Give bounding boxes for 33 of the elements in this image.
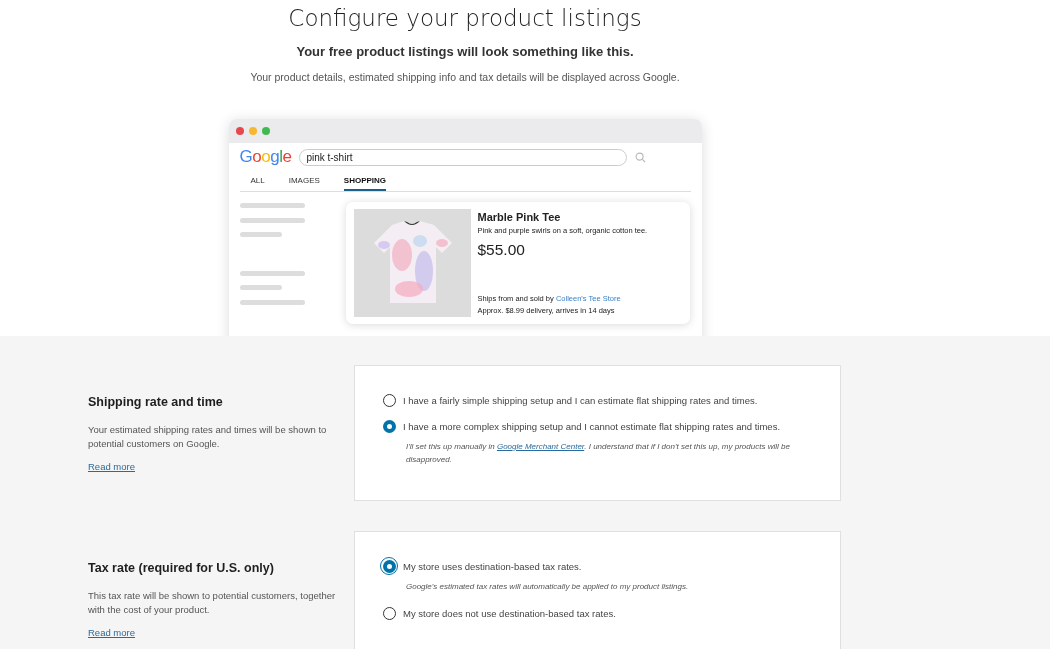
minimize-dot-icon — [248, 127, 257, 135]
read-more-link[interactable]: Read more — [88, 461, 135, 472]
skeleton-line — [239, 299, 305, 305]
logo: Google — [239, 147, 292, 167]
section-description: This tax rate will be shown to potential customers, together with the cost of your product. — [88, 589, 337, 617]
maximize-dot-icon — [261, 127, 270, 135]
option-note: I'll set this up manually in Google Merchant Center. I understand that if I don't set this up, my products will be disapproved. — [406, 441, 791, 466]
option-label[interactable]: My store does not use destination-based tax rates. — [403, 607, 616, 619]
skeleton-line — [239, 217, 305, 223]
subtitle: Your free product listings will look something like this. — [296, 44, 634, 59]
skeleton-line — [239, 232, 282, 237]
radio-button[interactable] — [382, 606, 396, 620]
tab[interactable]: IMAGES — [288, 174, 320, 191]
page-title: Configure your product listings — [288, 5, 642, 31]
option-label[interactable]: I have a fairly simple shipping setup and I can estimate flat shipping rates and times. — [403, 394, 758, 406]
tab[interactable]: SHOPPING — [343, 174, 387, 191]
skeleton-line — [239, 285, 282, 290]
read-more-link[interactable]: Read more — [88, 627, 135, 638]
product-price: $55.00 — [477, 241, 526, 259]
radio-button[interactable] — [382, 419, 396, 433]
tab[interactable]: ALL — [250, 174, 265, 191]
option-label[interactable]: I have a more complex shipping setup and I cannot estimate flat shipping rates and times. — [403, 420, 781, 432]
product-name: Marble Pink Tee — [477, 211, 562, 223]
description: Your product details, estimated shipping info and tax details will be displayed across Google. — [250, 71, 680, 83]
skeleton-line — [239, 203, 305, 208]
section-title: Shipping rate and time — [88, 395, 224, 409]
option-label[interactable]: My store uses destination-based tax rates. — [403, 560, 582, 572]
section-title: Tax rate (required for U.S. only) — [88, 561, 275, 575]
radio-button[interactable] — [382, 393, 396, 407]
close-dot-icon — [235, 127, 244, 135]
section-description: Your estimated shipping rates and times will be shown to potential customers on Google. — [88, 423, 328, 451]
option-note: Google's estimated tax rates will automatically be applied to my product listings. — [406, 581, 690, 593]
skeleton-line — [239, 270, 305, 276]
